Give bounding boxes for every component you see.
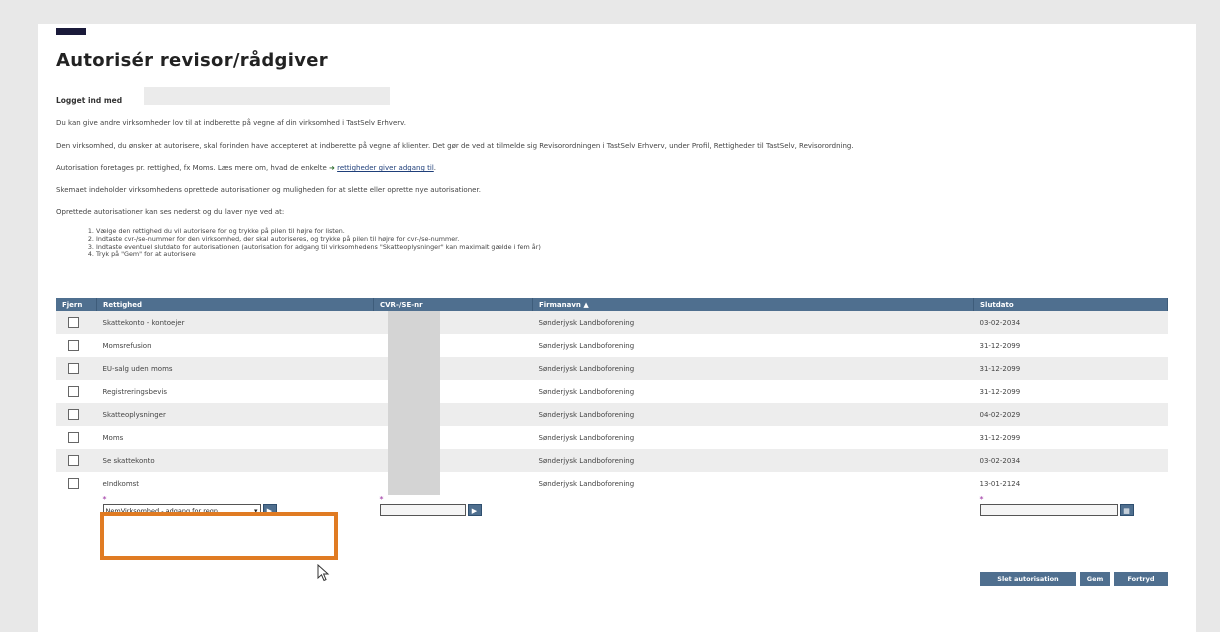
company-cell: Sønderjysk Landboforening xyxy=(532,472,974,495)
table-header-row: Fjern Rettighed CVR-/SE-nr Firmanavn ▲ S… xyxy=(56,298,1168,311)
remove-checkbox[interactable] xyxy=(68,455,79,466)
logged-in-redacted xyxy=(144,87,390,105)
save-button[interactable]: Gem xyxy=(1080,572,1110,586)
remove-checkbox[interactable] xyxy=(68,363,79,374)
end-date-cell: 31-12-2099 xyxy=(973,357,1168,380)
logo-bar xyxy=(56,28,86,35)
calendar-icon[interactable]: ▦ xyxy=(1119,504,1134,516)
right-cell: EU-salg uden moms xyxy=(96,357,374,380)
cvr-input-cell: * ▶ xyxy=(373,495,533,518)
required-marker: * xyxy=(102,495,107,504)
logged-in-label: Logget ind med xyxy=(56,96,123,105)
col-right-header: Rettighed xyxy=(96,298,374,311)
mouse-cursor-icon xyxy=(317,564,330,582)
cvr-cell-redacted xyxy=(373,472,533,495)
authorization-table: Fjern Rettighed CVR-/SE-nr Firmanavn ▲ S… xyxy=(56,298,1168,518)
right-cell: eIndkomst xyxy=(96,472,374,495)
remove-checkbox[interactable] xyxy=(68,386,79,397)
end-date-cell: 31-12-2099 xyxy=(973,426,1168,449)
page-title: Autorisér revisor/rådgiver xyxy=(56,50,328,71)
required-marker: * xyxy=(979,495,984,504)
intro-paragraph-4: Skemaet indeholder virksomhedens oprette… xyxy=(56,186,481,194)
intro-paragraph-5: Oprettede autorisationer kan ses nederst… xyxy=(56,208,285,216)
cvr-cell-redacted xyxy=(373,380,533,403)
company-cell: Sønderjysk Landboforening xyxy=(532,449,974,472)
table-row: EU-salg uden moms Sønderjysk Landboforen… xyxy=(56,357,1168,380)
end-date-cell: 04-02-2029 xyxy=(973,403,1168,426)
right-cell: Se skattekonto xyxy=(96,449,374,472)
end-date-input-cell: * ▦ xyxy=(973,495,1168,518)
company-cell: Sønderjysk Landboforening xyxy=(532,403,974,426)
end-date-input[interactable] xyxy=(979,504,1118,516)
intro-paragraph-1: Du kan give andre virksomheder lov til a… xyxy=(56,119,406,127)
remove-checkbox[interactable] xyxy=(68,432,79,443)
paragraph-3-text: Autorisation foretages pr. rettighed, fx… xyxy=(56,164,327,172)
steps-list: Vælge den rettighed du vil autorisere fo… xyxy=(82,227,541,259)
arrow-right-icon: ➜ xyxy=(329,164,335,172)
right-cell: Skatteoplysninger xyxy=(96,403,374,426)
company-cell: Sønderjysk Landboforening xyxy=(532,380,974,403)
cvr-go-button[interactable]: ▶ xyxy=(467,504,482,516)
remove-checkbox[interactable] xyxy=(68,317,79,328)
intro-paragraph-3: Autorisation foretages pr. rettighed, fx… xyxy=(56,164,436,172)
company-cell: Sønderjysk Landboforening xyxy=(532,334,974,357)
cvr-cell-redacted xyxy=(373,403,533,426)
right-cell: Registreringsbevis xyxy=(96,380,374,403)
col-cvr-header[interactable]: CVR-/SE-nr xyxy=(373,298,533,311)
step-item: Tryk på "Gem" for at autorisere xyxy=(96,251,541,259)
rights-info-link[interactable]: rettigheder giver adgang til xyxy=(337,164,434,172)
table-row: Skattekonto - kontoejer Sønderjysk Landb… xyxy=(56,311,1168,334)
col-company-header[interactable]: Firmanavn ▲ xyxy=(532,298,974,311)
remove-checkbox[interactable] xyxy=(68,409,79,420)
table-row: Momsrefusion Sønderjysk Landboforening 3… xyxy=(56,334,1168,357)
required-marker: * xyxy=(379,495,384,504)
cvr-cell-redacted xyxy=(373,357,533,380)
company-cell: Sønderjysk Landboforening xyxy=(532,311,974,334)
table-row: Moms Sønderjysk Landboforening 31-12-209… xyxy=(56,426,1168,449)
cvr-cell-redacted xyxy=(373,311,533,334)
end-date-cell: 31-12-2099 xyxy=(973,334,1168,357)
cvr-cell-redacted xyxy=(373,334,533,357)
end-date-cell: 03-02-2034 xyxy=(973,311,1168,334)
intro-paragraph-2: Den virksomhed, du ønsker at autorisere,… xyxy=(56,142,854,150)
remove-checkbox[interactable] xyxy=(68,340,79,351)
table-row: eIndkomst Sønderjysk Landboforening 13-0… xyxy=(56,472,1168,495)
cvr-cell-redacted xyxy=(373,426,533,449)
right-cell: Momsrefusion xyxy=(96,334,374,357)
col-remove-header: Fjern xyxy=(56,298,97,311)
end-date-cell: 13-01-2124 xyxy=(973,472,1168,495)
right-cell: Skattekonto - kontoejer xyxy=(96,311,374,334)
end-date-cell: 31-12-2099 xyxy=(973,380,1168,403)
table-row: Se skattekonto Sønderjysk Landboforening… xyxy=(56,449,1168,472)
remove-checkbox[interactable] xyxy=(68,478,79,489)
delete-authorization-button[interactable]: Slet autorisation xyxy=(980,572,1076,586)
cvr-input[interactable] xyxy=(379,504,466,516)
company-cell: Sønderjysk Landboforening xyxy=(532,426,974,449)
cancel-button[interactable]: Fortryd xyxy=(1114,572,1168,586)
table-row: Skatteoplysninger Sønderjysk Landboforen… xyxy=(56,403,1168,426)
col-end-date-header[interactable]: Slutdato xyxy=(973,298,1168,311)
right-cell: Moms xyxy=(96,426,374,449)
highlight-frame xyxy=(100,512,338,560)
cvr-cell-redacted xyxy=(373,449,533,472)
end-date-cell: 03-02-2034 xyxy=(973,449,1168,472)
company-cell: Sønderjysk Landboforening xyxy=(532,357,974,380)
table-row: Registreringsbevis Sønderjysk Landbofore… xyxy=(56,380,1168,403)
